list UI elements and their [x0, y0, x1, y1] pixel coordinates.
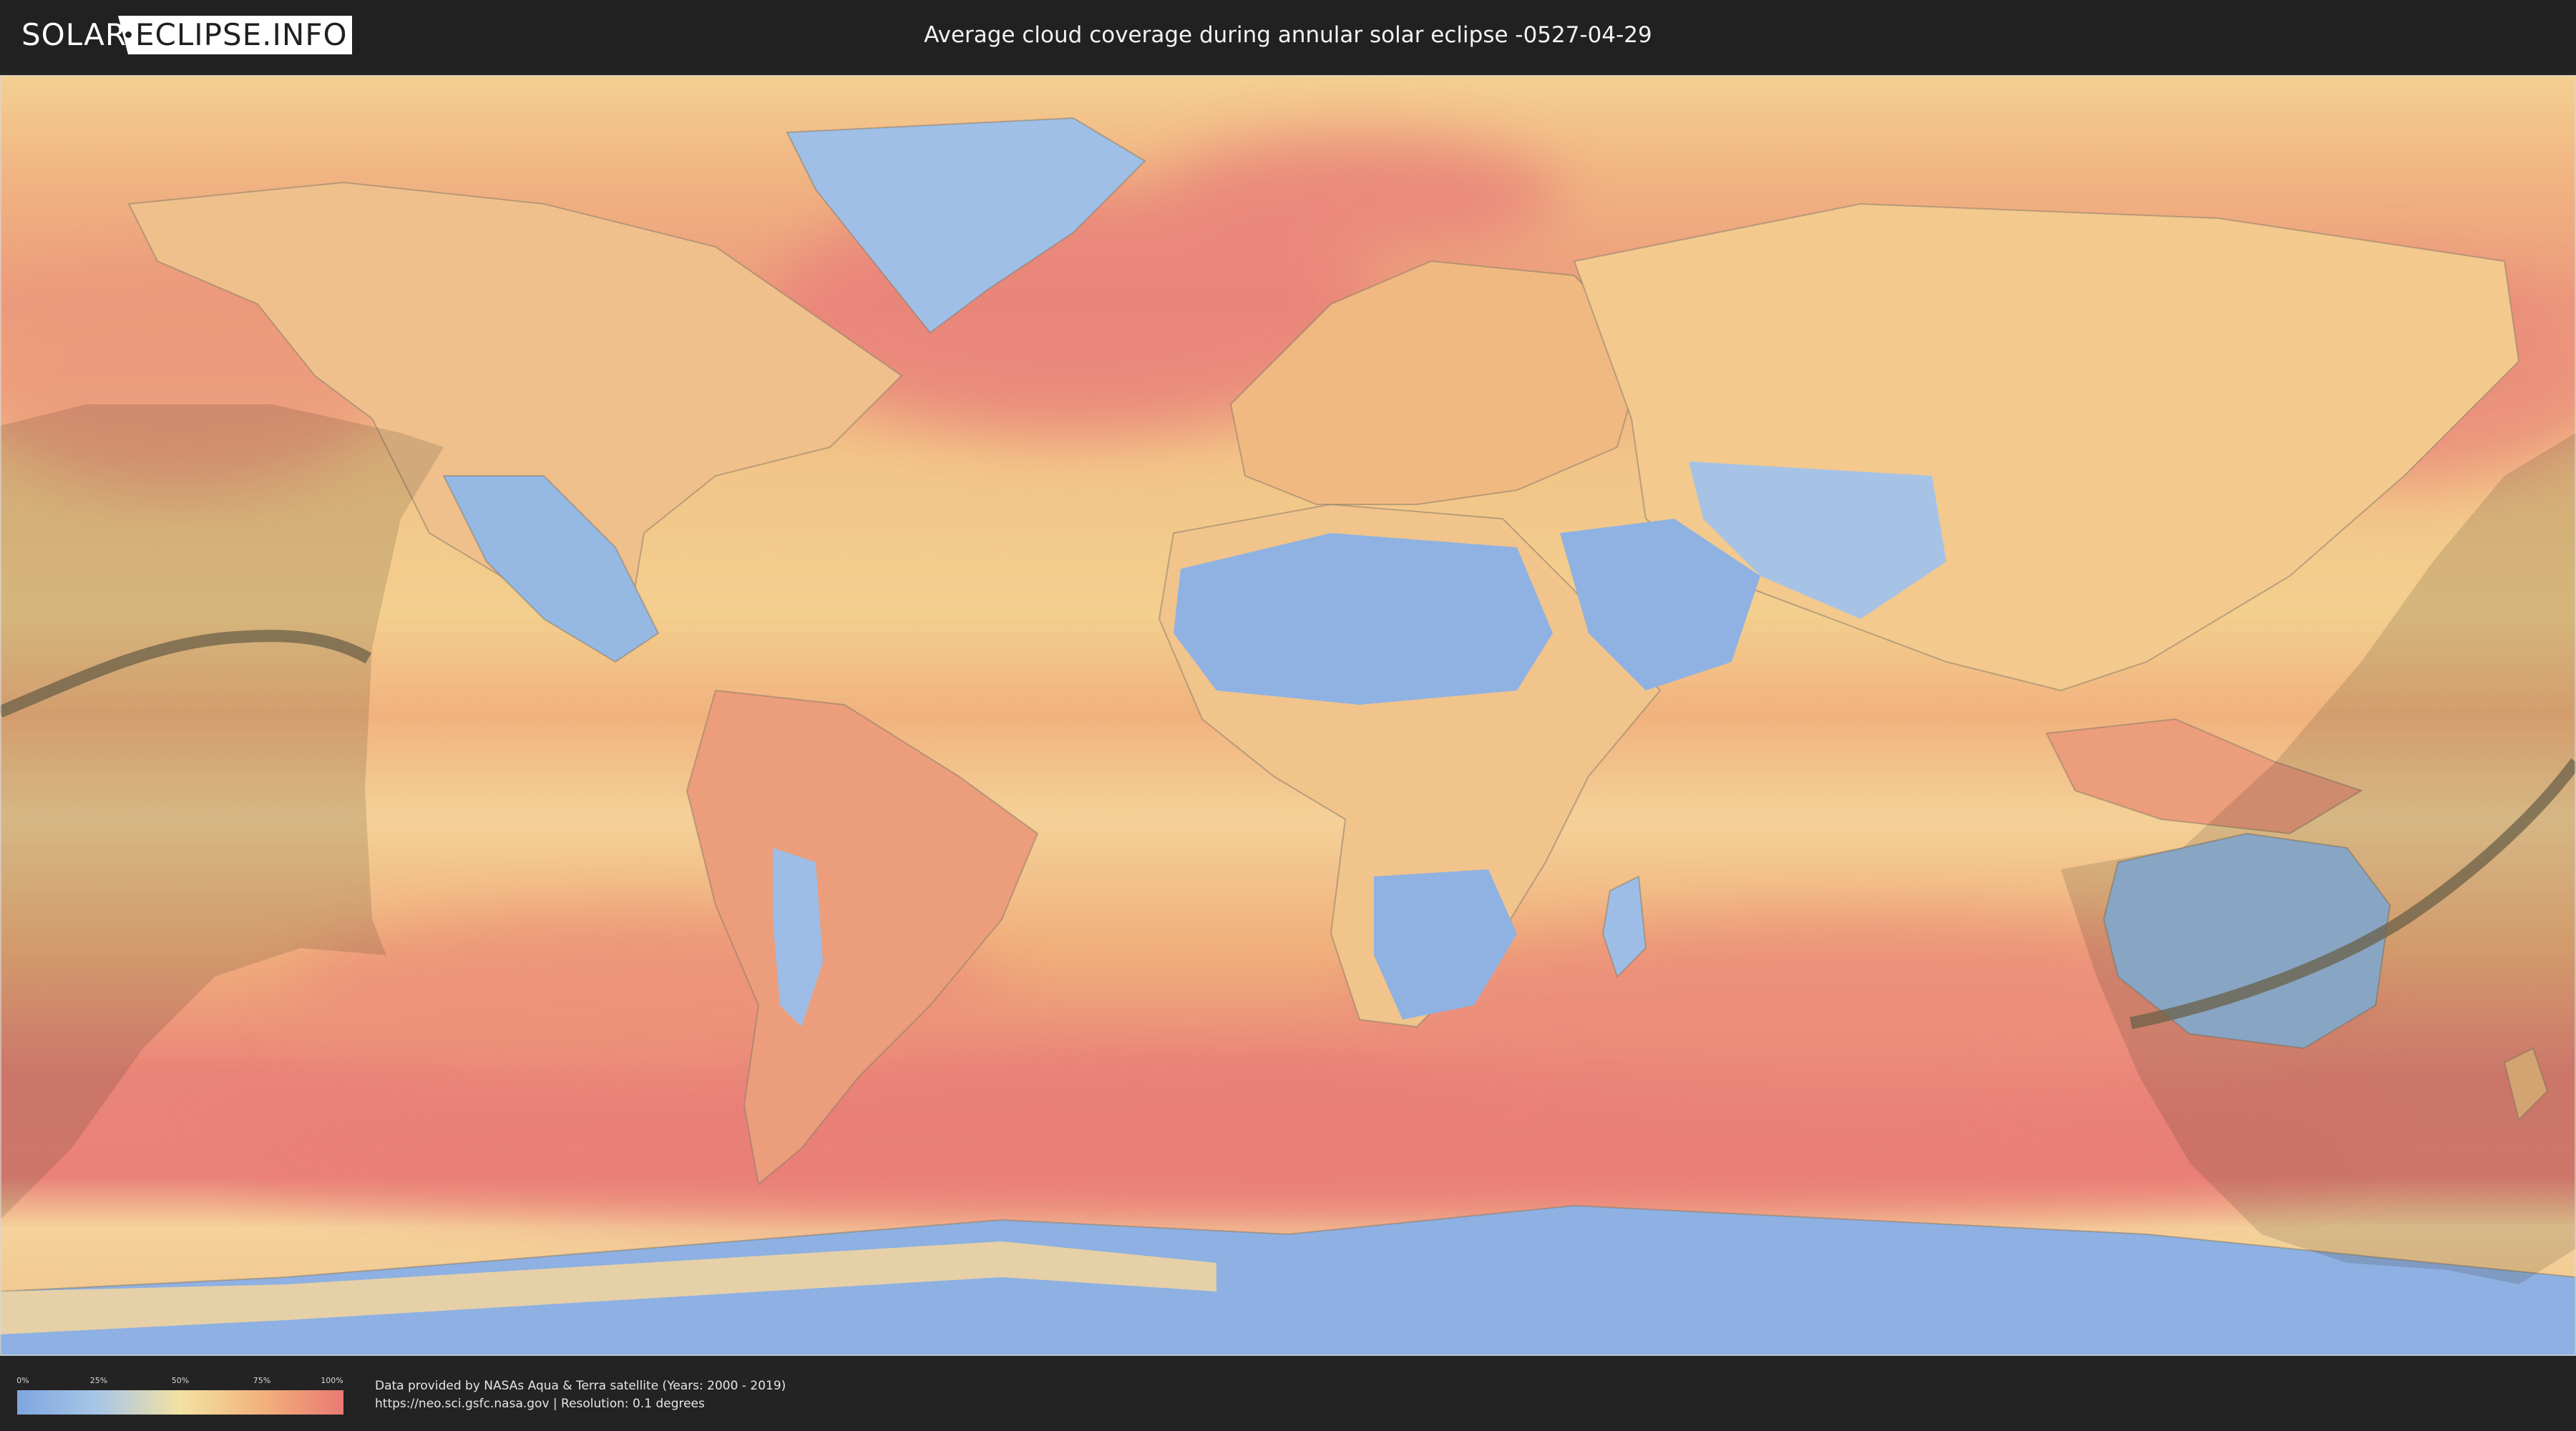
cloud-coverage-map: [0, 75, 2576, 1356]
legend-tick-0: 0%: [16, 1376, 29, 1385]
legend-tick-75: 75%: [253, 1376, 271, 1385]
page: SOLAR ECLIPSE.INFO Average cloud coverag…: [0, 0, 2576, 1431]
sahara: [1174, 533, 1553, 705]
attribution-line-url: https://neo.sci.gsfc.nasa.gov | Resoluti…: [375, 1397, 705, 1411]
page-title: Average cloud coverage during annular so…: [924, 22, 1652, 48]
legend-tick-100: 100%: [321, 1376, 343, 1385]
data-attribution: Data provided by NASAs Aqua & Terra sate…: [375, 1377, 786, 1413]
footer-bar: 0% 25% 50% 75% 100% Data provided by NAS…: [0, 1356, 2576, 1431]
map-svg: [0, 75, 2576, 1356]
legend-color-bar: [17, 1390, 343, 1415]
attribution-line-source: Data provided by NASAs Aqua & Terra sate…: [375, 1379, 786, 1393]
legend-tick-50: 50%: [171, 1376, 190, 1385]
header-bar: SOLAR ECLIPSE.INFO Average cloud coverag…: [0, 0, 2576, 72]
legend-tick-25: 25%: [89, 1376, 108, 1385]
